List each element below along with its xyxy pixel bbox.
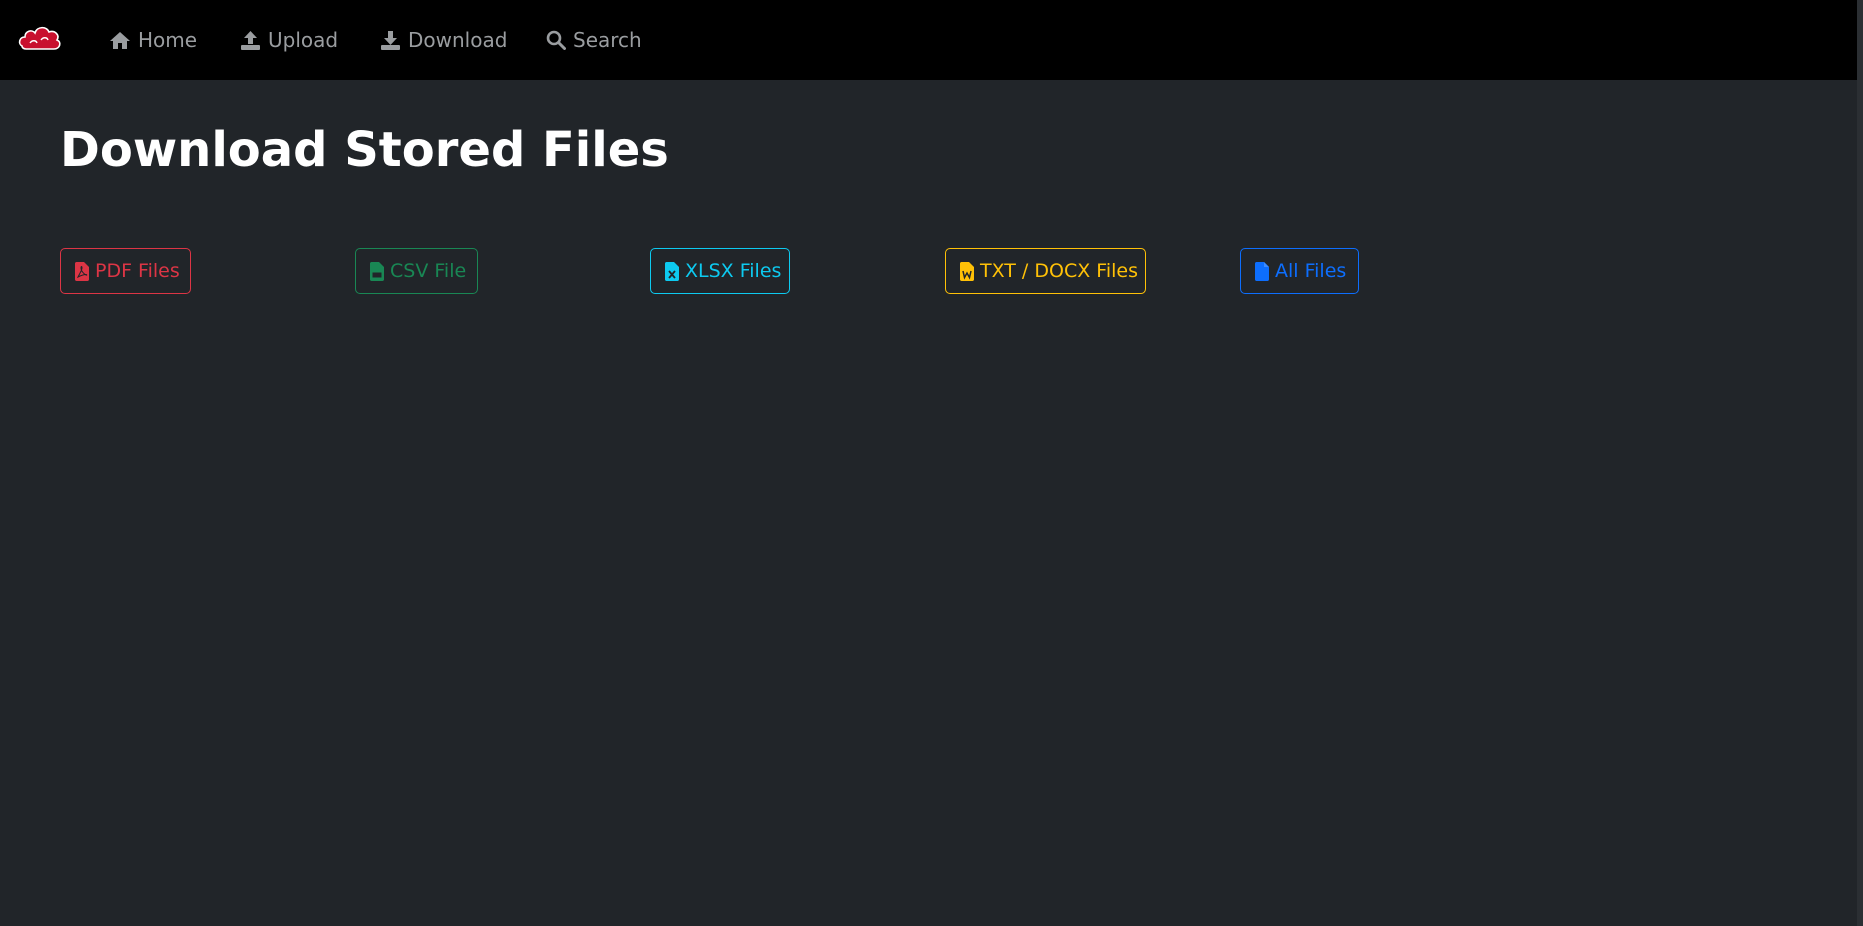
nav-search[interactable]: Search [546,0,642,80]
nav-upload[interactable]: Upload [240,0,338,80]
txt-docx-files-button[interactable]: TXT / DOCX Files [945,248,1146,294]
xlsx-file-icon [665,261,679,281]
csv-file-icon [370,261,384,281]
navbar: Home Upload Download Search [0,0,1863,80]
all-files-button[interactable]: All Files [1240,248,1359,294]
nav-search-label: Search [573,28,642,52]
nav-download[interactable]: Download [380,0,507,80]
nav-upload-label: Upload [268,28,339,52]
pdf-files-label: PDF Files [95,260,180,282]
csv-file-label: CSV File [390,260,467,282]
home-icon [110,31,130,49]
nav-home[interactable]: Home [109,0,197,80]
docx-file-icon [960,261,974,281]
all-files-label: All Files [1275,260,1347,282]
nav-download-label: Download [408,28,508,52]
page-title: Download Stored Files [60,122,669,178]
file-icon [1255,261,1269,281]
nav-home-label: Home [138,28,198,52]
brand-logo[interactable] [18,22,62,54]
csv-file-button[interactable]: CSV File [355,248,478,294]
search-icon [546,30,566,50]
pdf-file-icon [75,261,89,281]
download-icon [381,30,400,50]
pdf-files-button[interactable]: PDF Files [60,248,191,294]
xlsx-files-button[interactable]: XLSX Files [650,248,790,294]
xlsx-files-label: XLSX Files [685,260,782,282]
cloud-logo-icon [18,26,61,50]
txt-docx-files-label: TXT / DOCX Files [980,260,1138,282]
upload-icon [241,30,260,50]
vertical-scrollbar[interactable] [1857,0,1863,926]
